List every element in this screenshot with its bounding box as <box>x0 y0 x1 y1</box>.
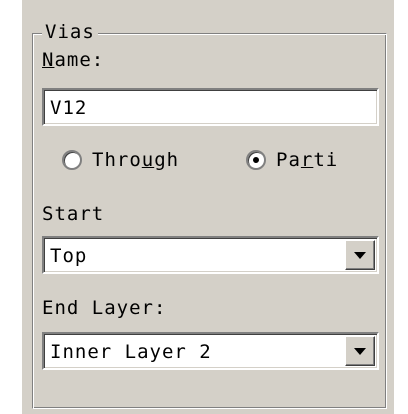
radio-through-label[interactable]: Through <box>92 148 179 172</box>
radio-through-circle[interactable] <box>62 150 82 170</box>
name-field-value: V12 <box>50 97 88 119</box>
end-layer-dropdown-button[interactable] <box>345 336 375 366</box>
radio-selected-dot <box>253 157 259 163</box>
group-title: Vias <box>42 20 98 44</box>
chevron-down-icon <box>354 348 366 355</box>
radio-partial-circle[interactable] <box>246 150 266 170</box>
start-label: Start <box>42 203 105 225</box>
name-label-rest: ame: <box>54 49 105 71</box>
end-layer-dropdown-value: Inner Layer 2 <box>50 341 212 363</box>
end-layer-dropdown[interactable]: Inner Layer 2 <box>42 332 379 370</box>
radio-partial-label[interactable]: Parti <box>276 148 338 172</box>
end-layer-label: End Layer: <box>42 297 167 319</box>
start-dropdown[interactable]: Top <box>42 236 379 274</box>
name-label-mnemonic: N <box>42 49 55 71</box>
vias-panel: Vias Name: V12 Through Parti Start Top E… <box>22 0 394 414</box>
name-field[interactable]: V12 <box>42 88 379 126</box>
start-dropdown-button[interactable] <box>345 240 375 270</box>
start-dropdown-value: Top <box>50 245 88 267</box>
chevron-down-icon <box>354 252 366 259</box>
name-label: Name: <box>42 48 104 72</box>
